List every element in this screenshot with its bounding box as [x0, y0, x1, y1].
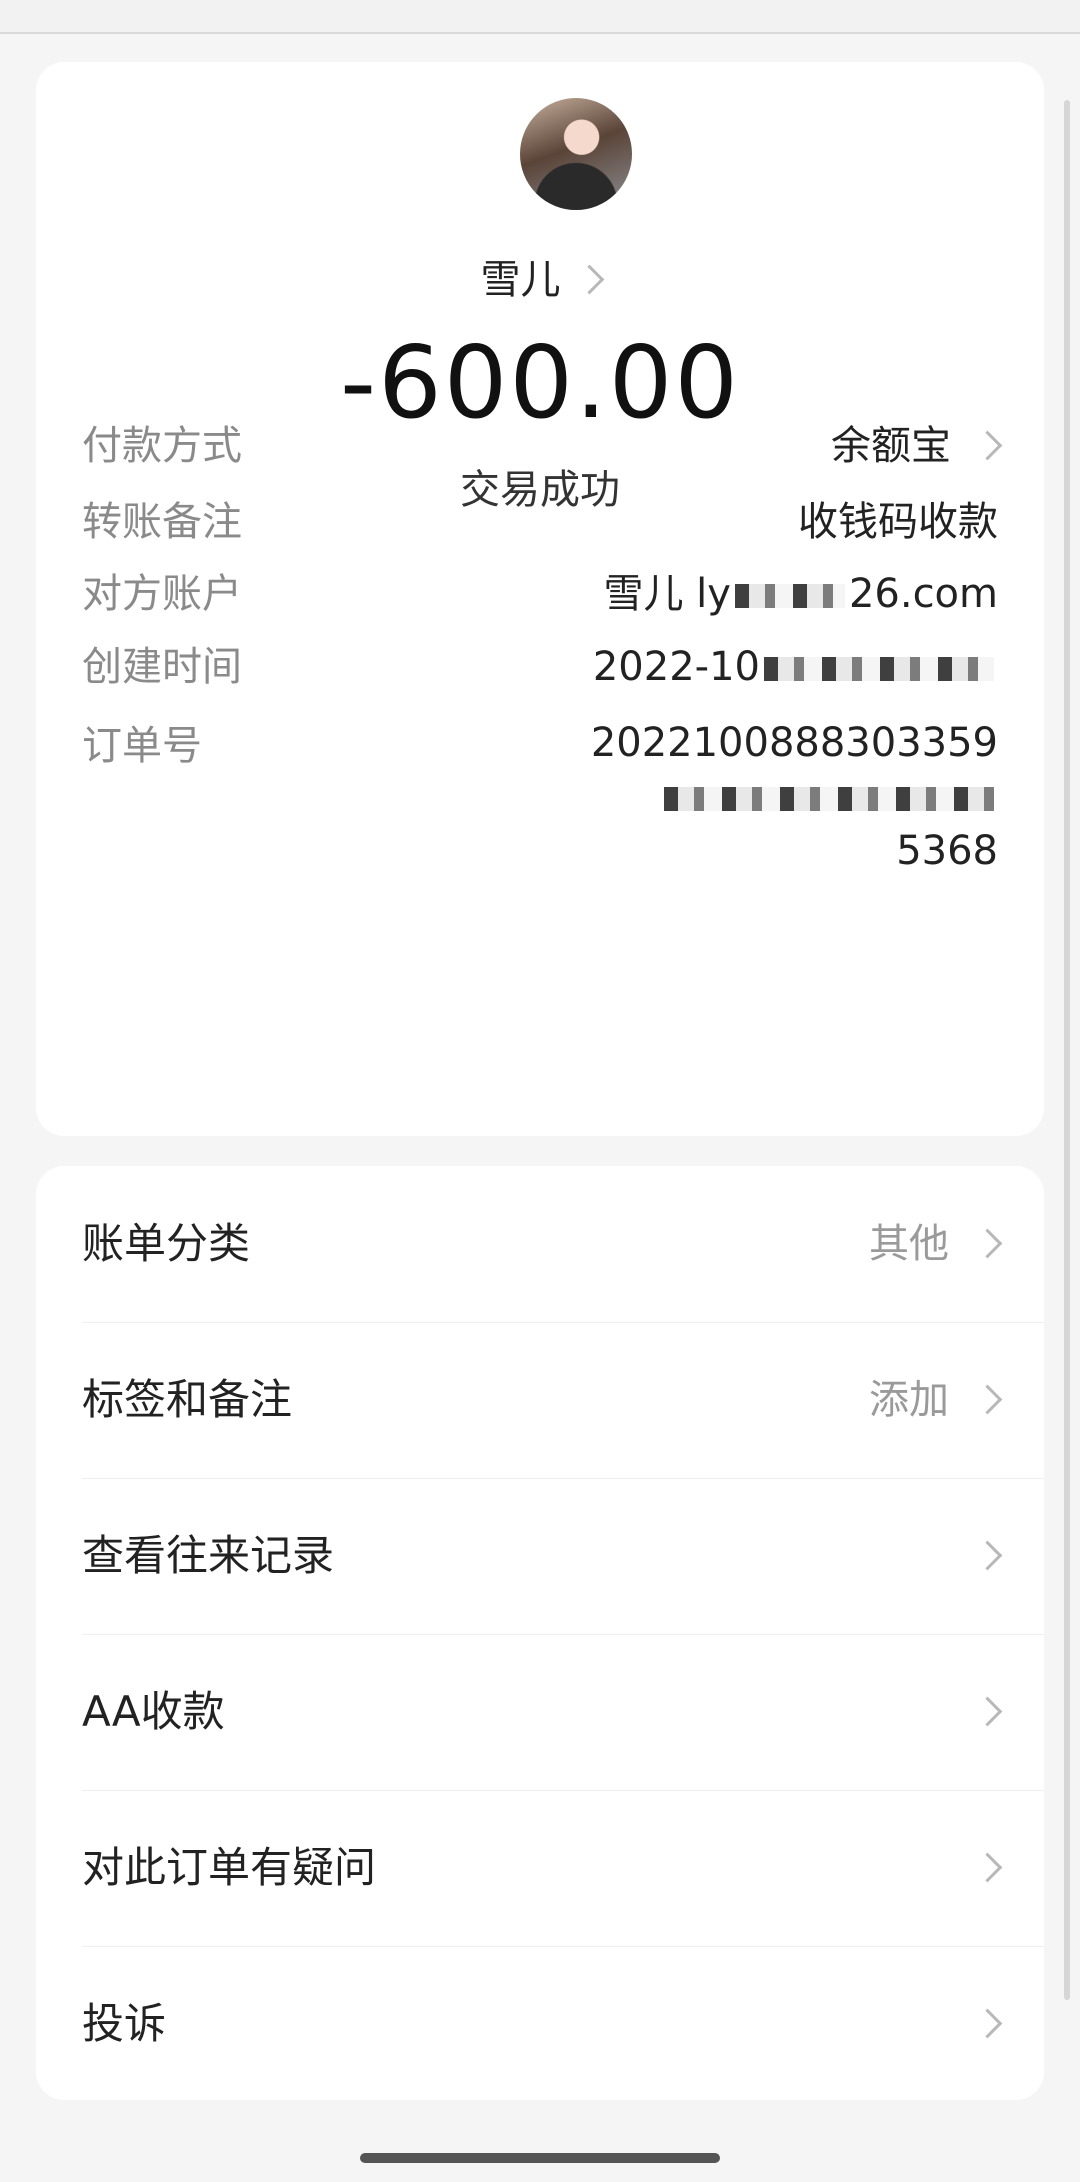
home-indicator[interactable]: [360, 2153, 720, 2163]
menu-item-label: 查看往来记录: [82, 1531, 335, 1580]
payment-method-value-wrap: 余额宝: [831, 416, 1003, 476]
created-time-value-start: 2022-10: [592, 644, 760, 690]
order-number-value: 2022100888303359 5368: [298, 716, 998, 878]
created-time-row: 创建时间 2022-10: [82, 637, 998, 697]
transfer-note-row: 转账备注 收钱码收款: [82, 492, 998, 552]
chevron-right-icon: [574, 264, 604, 294]
menu-item-value-wrap: [949, 1478, 1003, 1634]
payee-name: 雪儿: [480, 257, 561, 303]
counterparty-value-start: 雪儿 ly: [603, 571, 731, 617]
menu-item-value-wrap: [949, 1634, 1003, 1790]
chevron-right-icon: [972, 430, 1003, 460]
counterparty-label: 对方账户: [82, 571, 242, 617]
menu-item-view-history[interactable]: 查看往来记录: [82, 1478, 1044, 1635]
payment-method-row[interactable]: 付款方式 余额宝: [82, 416, 1003, 476]
scrollbar[interactable]: [1064, 100, 1070, 2000]
chevron-right-icon: [972, 1540, 1003, 1570]
menu-item-label: 标签和备注: [82, 1375, 293, 1424]
counterparty-value: 雪儿 ly 26.com: [603, 564, 998, 624]
order-number-value-start: 2022100888303359: [590, 720, 998, 766]
order-number-value-end: 5368: [896, 828, 998, 874]
menu-item-label: AA收款: [82, 1687, 225, 1736]
created-time-label: 创建时间: [82, 644, 242, 690]
order-number-row: 订单号 2022100888303359 5368: [82, 716, 998, 874]
menu-item-value: 添加: [869, 1377, 949, 1423]
redaction-mosaic: [664, 787, 994, 811]
chevron-right-icon: [972, 1852, 1003, 1882]
redaction-mosaic: [764, 657, 994, 681]
transaction-summary-card: 雪儿 -600.00 交易成功 付款方式 余额宝 转账备注 收钱码收款 对方账户…: [36, 62, 1044, 1136]
menu-item-tags-notes[interactable]: 标签和备注 添加: [82, 1322, 1044, 1479]
menu-item-value-wrap: [949, 1790, 1003, 1946]
menu-item-label: 对此订单有疑问: [82, 1843, 377, 1892]
bill-actions-card: 账单分类 其他 标签和备注 添加 查看往来记录 AA收款 对此订单有疑问 投诉: [36, 1166, 1044, 2100]
status-bar-area: [0, 0, 1080, 34]
menu-item-value: 其他: [869, 1221, 949, 1267]
transfer-note-label: 转账备注: [82, 499, 242, 545]
transfer-note-value: 收钱码收款: [798, 499, 998, 545]
menu-item-complaint[interactable]: 投诉: [82, 1946, 1044, 2102]
chevron-right-icon: [972, 1384, 1003, 1414]
payment-method-label: 付款方式: [82, 423, 242, 469]
chevron-right-icon: [972, 1228, 1003, 1258]
menu-item-aa-collect[interactable]: AA收款: [82, 1634, 1044, 1791]
counterparty-value-end: 26.com: [848, 571, 998, 617]
payment-method-value: 余额宝: [831, 423, 951, 469]
menu-item-bill-category[interactable]: 账单分类 其他: [82, 1166, 1044, 1323]
chevron-right-icon: [972, 2008, 1003, 2038]
menu-item-label: 投诉: [82, 1999, 167, 2048]
payee-name-row[interactable]: 雪儿: [36, 247, 1044, 305]
counterparty-row: 对方账户 雪儿 ly 26.com: [82, 564, 998, 624]
menu-item-value-wrap: [949, 1946, 1003, 2102]
menu-item-order-question[interactable]: 对此订单有疑问: [82, 1790, 1044, 1947]
chevron-right-icon: [972, 1696, 1003, 1726]
menu-item-label: 账单分类: [82, 1219, 251, 1268]
redaction-mosaic: [734, 584, 845, 608]
menu-item-value-wrap: 添加: [869, 1322, 1003, 1478]
created-time-value: 2022-10: [593, 637, 998, 697]
order-number-label: 订单号: [82, 723, 202, 769]
payee-avatar[interactable]: [516, 94, 636, 214]
menu-item-value-wrap: 其他: [869, 1166, 1003, 1322]
